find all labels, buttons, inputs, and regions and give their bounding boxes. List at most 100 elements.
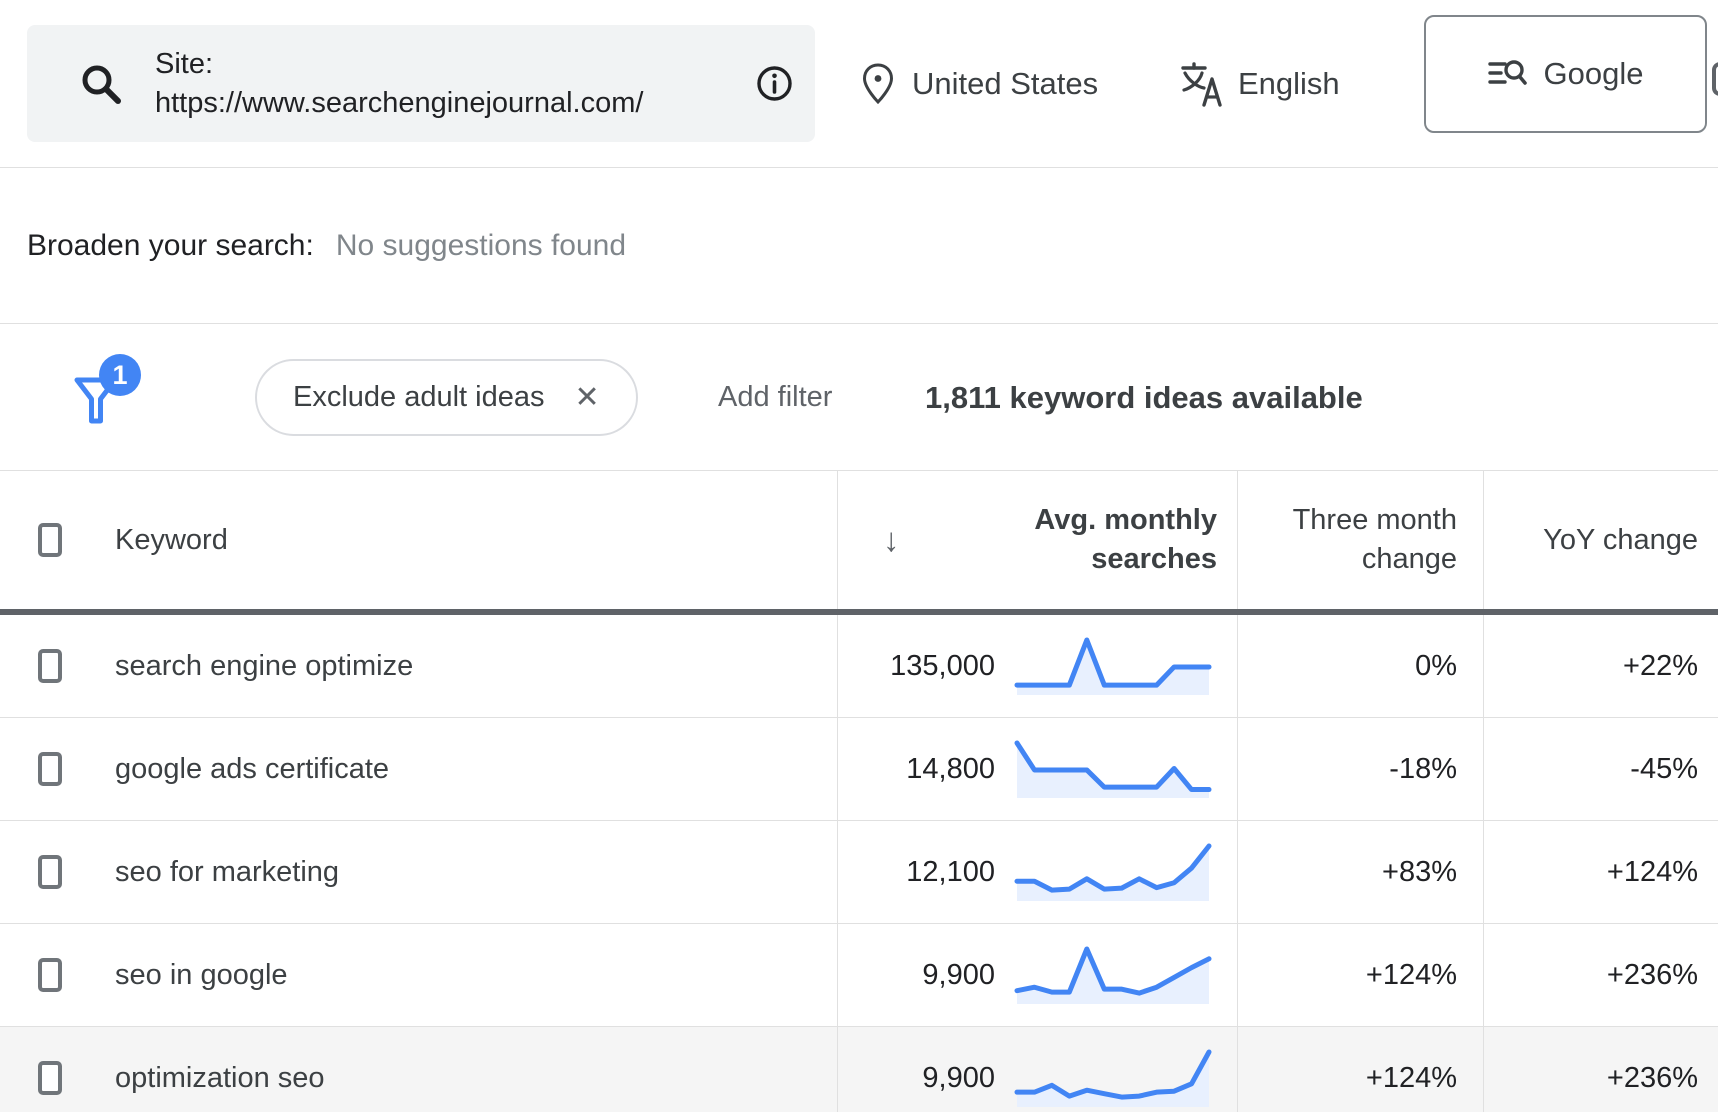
three-month-change-value: -18%: [1389, 753, 1457, 786]
cut-off-button-edge[interactable]: [1712, 62, 1718, 96]
row-checkbox[interactable]: [38, 649, 62, 683]
keyword-text: optimization seo: [115, 1062, 325, 1095]
row-checkbox-cell: [0, 1027, 93, 1112]
table-row: optimization seo 9,900 +124% +236%: [0, 1027, 1718, 1112]
location-label: United States: [912, 66, 1098, 102]
location-pin-icon: [860, 62, 896, 106]
row-checkbox[interactable]: [38, 752, 62, 786]
avg-monthly-searches-cell: 135,000: [837, 615, 1237, 717]
three-month-change-cell: +124%: [1237, 924, 1483, 1026]
header-checkbox-cell: [0, 471, 93, 609]
yoy-change-value: +124%: [1607, 856, 1698, 889]
yoy-change-value: +236%: [1607, 959, 1698, 992]
search-trend-sparkline[interactable]: [1013, 946, 1213, 1004]
search-trend-sparkline[interactable]: [1013, 740, 1213, 798]
search-trend-sparkline[interactable]: [1013, 1049, 1213, 1107]
site-search-value: Site: https://www.searchenginejournal.co…: [155, 45, 756, 123]
search-network-selector[interactable]: Google: [1424, 15, 1707, 133]
yoy-change-column-label: YoY change: [1543, 524, 1698, 557]
search-network-icon: [1488, 57, 1528, 91]
add-filter-label: Add filter: [718, 381, 832, 414]
avg-monthly-searches-value: 135,000: [838, 650, 995, 683]
sort-descending-icon[interactable]: ↓: [883, 521, 900, 559]
yoy-change-cell: +22%: [1483, 615, 1718, 717]
filter-bar: 1 Exclude adult ideas ✕ Add filter 1,811…: [0, 324, 1718, 471]
filter-chip-exclude-adult-ideas[interactable]: Exclude adult ideas ✕: [255, 359, 638, 436]
filter-chip-label: Exclude adult ideas: [293, 381, 545, 414]
location-selector[interactable]: United States: [860, 0, 1098, 168]
row-checkbox-cell: [0, 924, 93, 1026]
three-month-change-value: +124%: [1366, 959, 1457, 992]
yoy-change-cell: +236%: [1483, 1027, 1718, 1112]
keyword-text: seo for marketing: [115, 856, 339, 889]
keyword-column-label: Keyword: [115, 524, 228, 557]
column-header-keyword[interactable]: Keyword: [93, 471, 837, 609]
table-row: search engine optimize 135,000 0% +22%: [0, 615, 1718, 718]
keyword-ideas-count: 1,811 keyword ideas available: [925, 324, 1363, 471]
three-month-change-cell: -18%: [1237, 718, 1483, 820]
yoy-change-value: +236%: [1607, 1062, 1698, 1095]
three-month-change-column-label: Three month change: [1277, 501, 1457, 579]
avg-monthly-searches-cell: 9,900: [837, 1027, 1237, 1112]
keyword-cell: seo in google: [93, 924, 837, 1026]
keyword-text: seo in google: [115, 959, 288, 992]
keyword-ideas-table: Keyword ↓ Avg. monthly searches Three mo…: [0, 471, 1718, 1112]
info-icon[interactable]: [756, 65, 793, 102]
search-trend-sparkline[interactable]: [1013, 637, 1213, 695]
table-row: google ads certificate 14,800 -18% -45%: [0, 718, 1718, 821]
top-bar: Site: https://www.searchenginejournal.co…: [0, 0, 1718, 168]
close-icon[interactable]: ✕: [575, 380, 600, 415]
table-row: seo for marketing 12,100 +83% +124%: [0, 821, 1718, 924]
filter-count-badge: 1: [99, 354, 141, 396]
broaden-search-bar: Broaden your search: No suggestions foun…: [0, 168, 1718, 324]
table-header-row: Keyword ↓ Avg. monthly searches Three mo…: [0, 471, 1718, 615]
column-header-avg-monthly-searches[interactable]: ↓ Avg. monthly searches: [837, 471, 1237, 609]
table-row: seo in google 9,900 +124% +236%: [0, 924, 1718, 1027]
translate-icon: [1180, 61, 1222, 107]
network-label: Google: [1544, 56, 1644, 92]
language-label: English: [1238, 66, 1340, 102]
avg-monthly-searches-value: 14,800: [838, 753, 995, 786]
column-header-three-month-change[interactable]: Three month change: [1237, 471, 1483, 609]
yoy-change-cell: -45%: [1483, 718, 1718, 820]
avg-monthly-searches-cell: 12,100: [837, 821, 1237, 923]
keyword-cell: seo for marketing: [93, 821, 837, 923]
avg-monthly-searches-cell: 14,800: [837, 718, 1237, 820]
select-all-checkbox[interactable]: [38, 523, 62, 557]
row-checkbox[interactable]: [38, 855, 62, 889]
add-filter-button[interactable]: Add filter: [718, 324, 832, 471]
row-checkbox-cell: [0, 821, 93, 923]
language-selector[interactable]: English: [1180, 0, 1340, 168]
row-checkbox-cell: [0, 718, 93, 820]
avg-monthly-searches-value: 9,900: [838, 1062, 995, 1095]
row-checkbox[interactable]: [38, 1061, 62, 1095]
avg-monthly-searches-value: 12,100: [838, 856, 995, 889]
column-header-yoy-change[interactable]: YoY change: [1483, 471, 1718, 609]
three-month-change-value: 0%: [1415, 650, 1457, 683]
ideas-count-label: 1,811 keyword ideas available: [925, 380, 1363, 416]
yoy-change-value: +22%: [1623, 650, 1698, 683]
keyword-cell: optimization seo: [93, 1027, 837, 1112]
keyword-cell: search engine optimize: [93, 615, 837, 717]
keyword-cell: google ads certificate: [93, 718, 837, 820]
keyword-text: google ads certificate: [115, 753, 389, 786]
broaden-search-label: Broaden your search:: [27, 229, 314, 263]
search-trend-sparkline[interactable]: [1013, 843, 1213, 901]
search-url-value: https://www.searchenginejournal.com/: [155, 87, 643, 119]
avg-monthly-searches-value: 9,900: [838, 959, 995, 992]
avg-monthly-searches-cell: 9,900: [837, 924, 1237, 1026]
three-month-change-cell: +83%: [1237, 821, 1483, 923]
keyword-text: search engine optimize: [115, 650, 413, 683]
filter-button[interactable]: 1: [73, 376, 143, 446]
site-search-input[interactable]: Site: https://www.searchenginejournal.co…: [27, 25, 815, 142]
broaden-search-value: No suggestions found: [336, 229, 626, 263]
table-body: search engine optimize 135,000 0% +22% g…: [0, 615, 1718, 1112]
row-checkbox-cell: [0, 615, 93, 717]
search-prefix-label: Site:: [155, 48, 213, 80]
three-month-change-cell: 0%: [1237, 615, 1483, 717]
avg-monthly-searches-column-label: Avg. monthly searches: [997, 501, 1217, 579]
row-checkbox[interactable]: [38, 958, 62, 992]
search-icon: [79, 62, 123, 106]
yoy-change-cell: +236%: [1483, 924, 1718, 1026]
yoy-change-cell: +124%: [1483, 821, 1718, 923]
